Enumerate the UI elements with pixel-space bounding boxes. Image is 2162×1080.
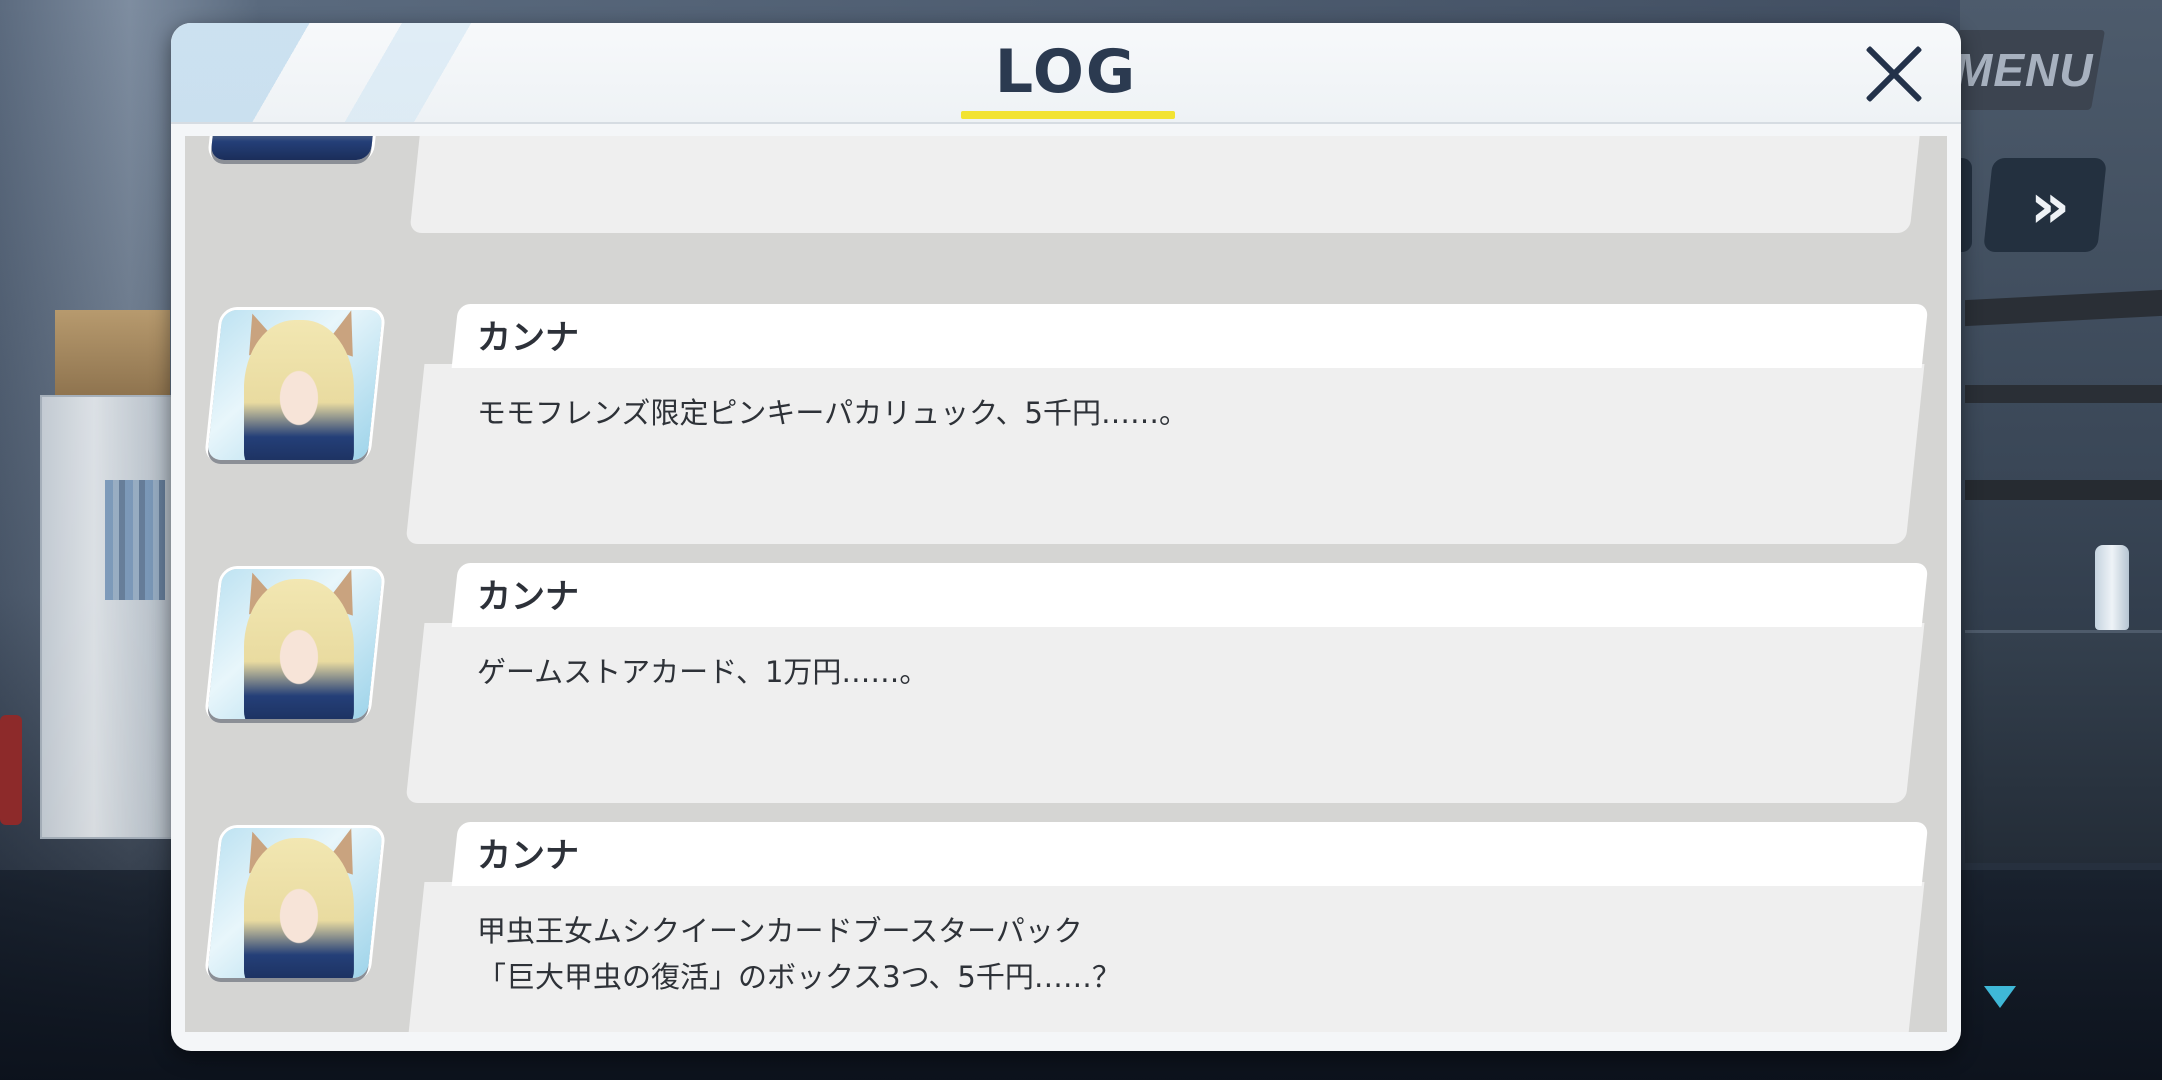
log-entry: カンナ モモフレンズ限定ピンキーパカリュック、5千円……。	[185, 304, 1947, 554]
name-bar	[451, 563, 1929, 627]
background-shelf	[40, 395, 174, 839]
menu-button-label: MENU	[1954, 44, 2094, 96]
speaker-name: カンナ	[477, 836, 579, 876]
character-portrait	[207, 310, 383, 460]
log-list[interactable]: カンナ モモフレンズ限定ピンキーパカリュック、5千円……。 カンナ ゲームストア…	[185, 136, 1947, 1032]
log-entry: カンナ ゲームストアカード、1万円……。	[185, 563, 1947, 813]
character-portrait	[210, 136, 380, 160]
background-cabinet	[1965, 630, 2162, 863]
log-title: LOG	[994, 37, 1138, 107]
character-face	[243, 838, 354, 978]
message-text: モモフレンズ限定ピンキーパカリュック、5千円……。	[477, 396, 1188, 430]
skip-button[interactable]: »	[1983, 158, 2107, 252]
name-bar	[451, 304, 1929, 368]
background-cardboard-box	[55, 310, 170, 395]
menu-button[interactable]: MENU	[1942, 30, 2106, 110]
header-divider	[171, 122, 1961, 124]
character-portrait	[207, 828, 383, 978]
message-box	[409, 136, 1921, 233]
background-rifle	[1965, 480, 2162, 500]
fast-forward-icon: »	[2029, 168, 2061, 242]
speaker-name: カンナ	[477, 318, 579, 358]
character-face	[243, 320, 354, 460]
log-entry-partial	[185, 136, 1947, 238]
background-fire-extinguisher	[0, 715, 22, 825]
triangle-down-icon[interactable]	[1984, 986, 2016, 1008]
background-books	[105, 480, 165, 600]
message-text: ゲームストアカード、1万円……。	[477, 655, 929, 689]
close-icon[interactable]	[1861, 41, 1927, 107]
log-entry: カンナ 甲虫王女ムシクイーンカードブースターパック 「巨大甲虫の復活」のボックス…	[185, 822, 1947, 1032]
character-portrait	[207, 569, 383, 719]
speaker-name: カンナ	[477, 577, 579, 617]
background-bottle	[2095, 545, 2129, 630]
log-dialog: LOG カンナ モモフレンズ限定ピンキーパカリュック、5千円……。 カンナ ゲー…	[171, 23, 1961, 1051]
name-bar	[451, 822, 1929, 886]
message-text: 甲虫王女ムシクイーンカードブースターパック 「巨大甲虫の復活」のボックス3つ、5…	[477, 914, 1121, 994]
title-underline	[961, 111, 1175, 119]
background-rifle	[1965, 385, 2162, 403]
character-face	[243, 579, 354, 719]
